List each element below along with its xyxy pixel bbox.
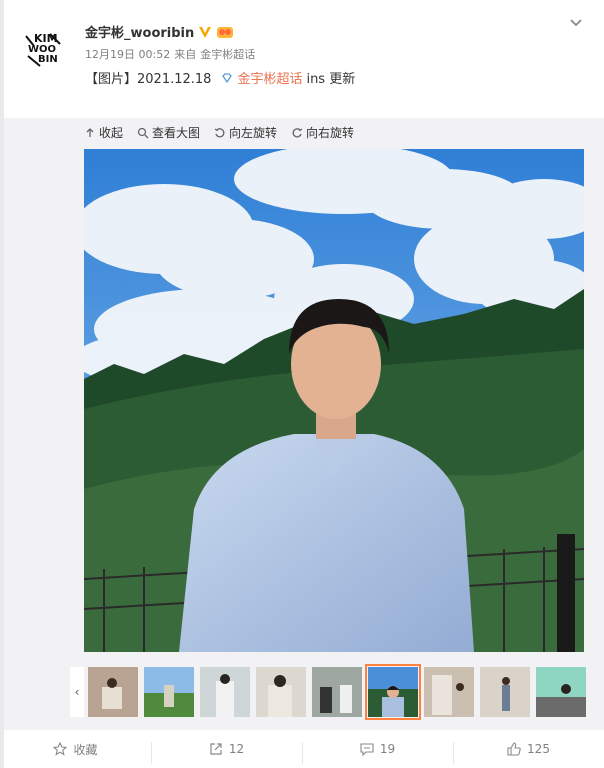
view-large-button[interactable]: 查看大图 <box>137 124 200 141</box>
collapse-arrow-icon <box>86 127 94 137</box>
favorite-button[interactable]: 收藏 <box>0 741 151 758</box>
rotate-right-icon <box>292 127 303 137</box>
like-button[interactable]: 125 <box>453 742 604 764</box>
thumbnail-strip: ‹ <box>70 664 604 720</box>
thumbnail-image <box>200 667 250 717</box>
media-panel: 收起 查看大图 向左旋转 向右旋转 ‹ <box>4 118 604 730</box>
from-label: 来自 <box>174 48 197 61</box>
thumbnail[interactable] <box>256 667 306 717</box>
thumbnail-image <box>144 667 194 717</box>
rotate-right-label: 向右旋转 <box>306 126 355 140</box>
chevron-left-icon: ‹ <box>74 685 80 699</box>
main-photo[interactable] <box>84 149 584 652</box>
thumbnail-image <box>312 667 362 717</box>
comment-icon <box>360 743 374 756</box>
rotate-left-label: 向左旋转 <box>229 126 278 140</box>
post-time[interactable]: 12月19日 00:52 <box>85 46 170 62</box>
post-text: 【图片】2021.12.18 金宇彬超话 ins 更新 <box>85 68 355 87</box>
thumbnail[interactable] <box>88 667 138 717</box>
supertopic-link[interactable]: 金宇彬超话 <box>221 68 302 87</box>
thumbnail-image <box>424 667 474 717</box>
kim-logo-avatar: KIM WOO BIN <box>20 22 68 70</box>
thumbnail[interactable] <box>200 667 250 717</box>
weibo-post-card: KIM WOO BIN 金宇彬_wooribin 12月19日 00:52 来自… <box>0 0 604 768</box>
post-meta: 12月19日 00:52 来自 金宇彬超话 <box>85 46 255 62</box>
rotate-left-icon <box>214 127 225 137</box>
thumbnail-image <box>88 667 138 717</box>
thumbnail[interactable] <box>536 667 586 717</box>
repost-icon <box>210 743 222 755</box>
favorite-label: 收藏 <box>73 742 98 757</box>
thumbnail-image <box>368 667 418 717</box>
username[interactable]: 金宇彬_wooribin <box>85 22 194 41</box>
rotate-right-button[interactable]: 向右旋转 <box>291 124 354 141</box>
thumbnail[interactable] <box>480 667 530 717</box>
fan-badge-icon[interactable] <box>216 25 234 39</box>
comment-button[interactable]: 19 <box>302 742 453 764</box>
media-toolbar: 收起 查看大图 向左旋转 向右旋转 <box>84 124 354 141</box>
thumbs-up-icon <box>507 742 521 756</box>
verified-v-icon <box>199 26 212 38</box>
collapse-label: 收起 <box>99 126 124 140</box>
post-source[interactable]: 金宇彬超话 <box>200 46 255 62</box>
thumbnail[interactable] <box>424 667 474 717</box>
supertopic-label[interactable]: 金宇彬超话 <box>237 68 302 87</box>
chevron-down-icon[interactable] <box>568 14 584 30</box>
photo-man-in-blue-shirt <box>84 149 584 652</box>
thumbnail[interactable] <box>144 667 194 717</box>
avatar[interactable]: KIM WOO BIN <box>20 22 68 70</box>
collapse-button[interactable]: 收起 <box>84 124 123 141</box>
thumbnail-image <box>536 667 586 717</box>
thumbnail-image <box>256 667 306 717</box>
repost-button[interactable]: 12 <box>151 742 302 764</box>
username-row: 金宇彬_wooribin <box>85 22 234 41</box>
star-icon <box>53 742 68 756</box>
view-large-label: 查看大图 <box>152 126 201 140</box>
diamond-icon <box>222 72 233 83</box>
post-text-prefix: 【图片】2021.12.18 <box>85 72 212 87</box>
thumbnail-list <box>88 664 586 720</box>
like-count: 125 <box>527 742 550 756</box>
svg-text:BIN: BIN <box>38 54 58 65</box>
comment-count: 19 <box>379 742 396 756</box>
thumbnail-active[interactable] <box>365 664 421 720</box>
rotate-left-button[interactable]: 向左旋转 <box>214 124 277 141</box>
post-text-suffix: ins 更新 <box>306 72 356 87</box>
thumbnail[interactable] <box>312 667 362 717</box>
thumbnail-image <box>480 667 530 717</box>
prev-thumbnail-button[interactable]: ‹ <box>70 667 84 717</box>
search-icon <box>137 127 149 138</box>
post-actions: 收藏 12 19 125 <box>0 730 604 768</box>
repost-count: 12 <box>228 742 245 756</box>
